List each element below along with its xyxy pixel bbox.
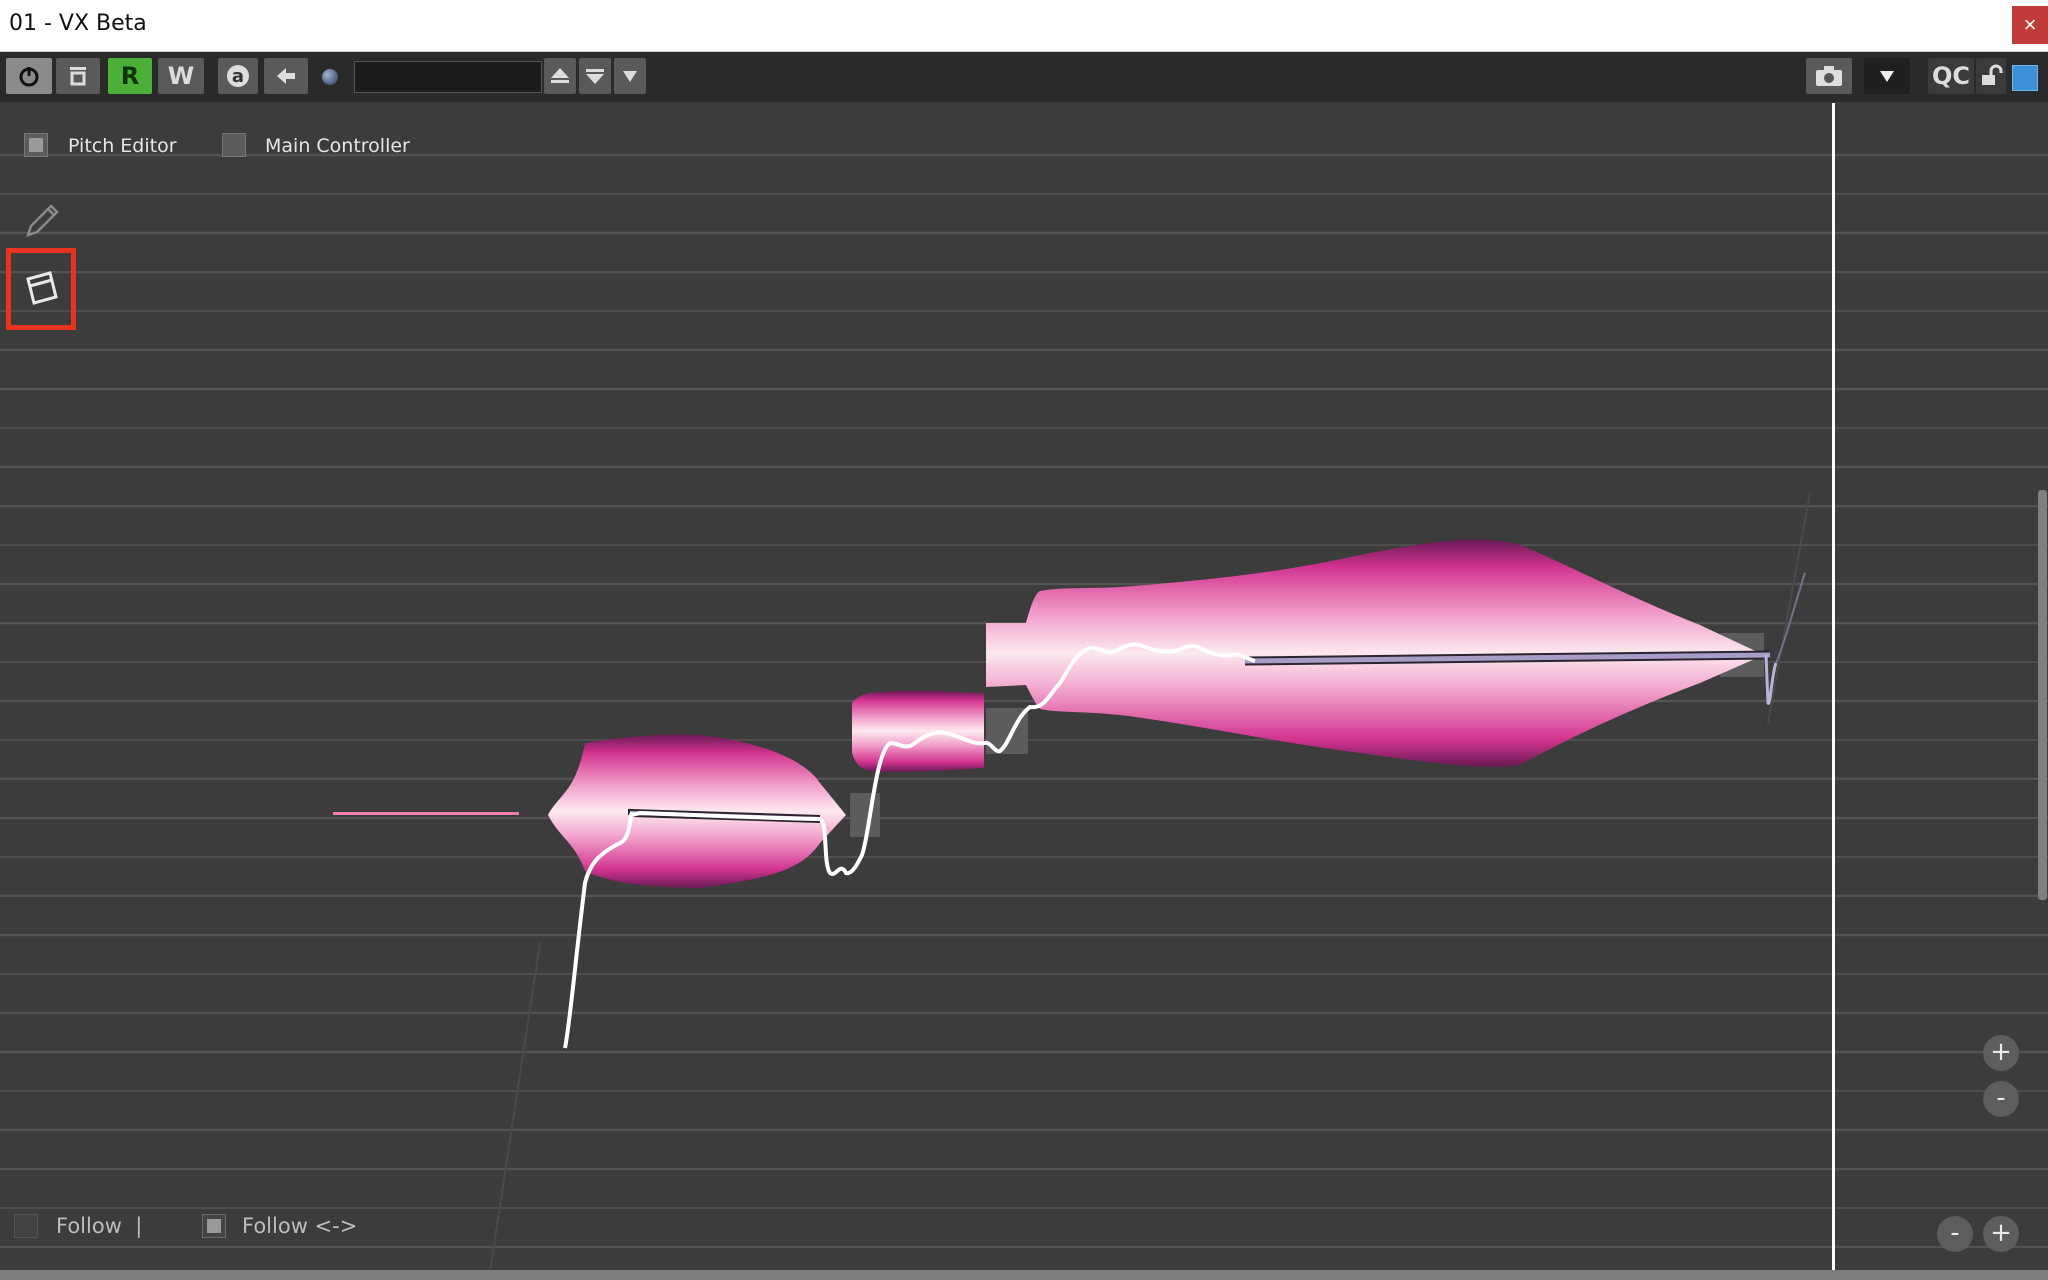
preset-dropdown-button[interactable] bbox=[614, 58, 646, 94]
window-title: 01 - VX Beta bbox=[9, 11, 147, 36]
qc-button[interactable]: QC bbox=[1928, 58, 1974, 94]
pitch-editor-area[interactable]: Pitch Editor Main Controller + - - + Fol… bbox=[0, 103, 2048, 1271]
follow-checkbox[interactable] bbox=[14, 1214, 38, 1238]
svg-text:a: a bbox=[232, 66, 244, 87]
unlock-icon bbox=[1982, 64, 2003, 85]
arrow-up-icon bbox=[551, 68, 569, 83]
toolbar: R W a QC bbox=[0, 52, 2048, 102]
chevron-down-icon bbox=[623, 71, 637, 82]
lock-button[interactable] bbox=[1976, 58, 2006, 94]
horizontal-scrollbar[interactable] bbox=[0, 1270, 2048, 1280]
follow-bidirectional-label: Follow <-> bbox=[242, 1214, 358, 1238]
camera-icon bbox=[1816, 66, 1842, 86]
snapshot-button[interactable] bbox=[1806, 58, 1852, 94]
arrow-down-icon bbox=[586, 69, 604, 84]
auto-button[interactable]: a bbox=[218, 58, 258, 94]
vertical-zoom-in-button[interactable]: + bbox=[1983, 1035, 2019, 1071]
arrow-left-icon bbox=[277, 68, 295, 84]
bypass-icon bbox=[70, 67, 86, 86]
main-controller-label: Main Controller bbox=[265, 135, 410, 157]
status-indicator-icon bbox=[322, 69, 338, 85]
pencil-icon bbox=[26, 204, 59, 237]
preset-next-button[interactable] bbox=[579, 58, 611, 94]
chevron-down-icon bbox=[1880, 71, 1894, 82]
pitch-editor-checkbox[interactable] bbox=[24, 133, 48, 157]
at-sign-icon: a bbox=[227, 65, 249, 87]
back-button[interactable] bbox=[264, 58, 308, 94]
vertical-zoom-out-button[interactable]: - bbox=[1983, 1081, 2019, 1117]
power-button[interactable] bbox=[6, 58, 52, 94]
main-controller-checkbox[interactable] bbox=[222, 133, 246, 157]
follow-bidirectional-checkbox[interactable] bbox=[202, 1214, 226, 1238]
horizontal-zoom-out-button[interactable]: - bbox=[1937, 1216, 1973, 1252]
pencil-tool-button[interactable] bbox=[22, 201, 62, 241]
pitch-curve-display bbox=[333, 103, 1835, 1271]
playhead[interactable] bbox=[1832, 103, 1835, 1271]
note-blob[interactable] bbox=[852, 690, 984, 772]
preset-field[interactable] bbox=[354, 61, 542, 93]
close-button[interactable]: × bbox=[2012, 6, 2048, 44]
follow-label: Follow | bbox=[56, 1214, 143, 1238]
power-icon bbox=[19, 67, 39, 87]
read-automation-button[interactable]: R bbox=[108, 58, 152, 94]
vertical-scrollbar[interactable] bbox=[2038, 490, 2047, 900]
pitch-editor-label: Pitch Editor bbox=[68, 135, 177, 157]
window-color-swatch[interactable] bbox=[2012, 65, 2038, 91]
snapshot-dropdown-button[interactable] bbox=[1864, 58, 1910, 94]
bypass-button[interactable] bbox=[56, 58, 100, 94]
preset-prev-button[interactable] bbox=[544, 58, 576, 94]
write-automation-button[interactable]: W bbox=[158, 58, 204, 94]
selected-tool-highlight bbox=[6, 248, 76, 330]
horizontal-zoom-in-button[interactable]: + bbox=[1983, 1216, 2019, 1252]
title-bar: 01 - VX Beta × bbox=[0, 0, 2048, 52]
note-block[interactable] bbox=[850, 793, 880, 837]
